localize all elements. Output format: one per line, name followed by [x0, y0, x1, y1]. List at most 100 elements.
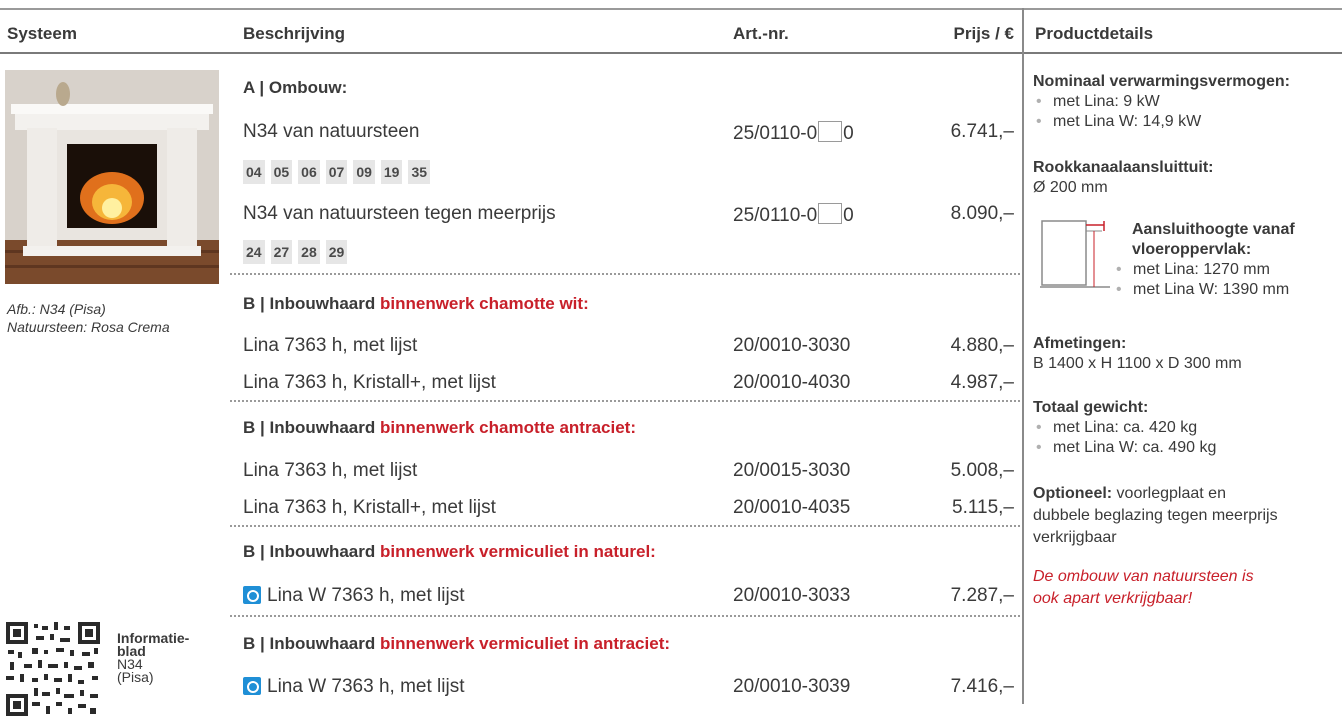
- stone-code-chip[interactable]: 04: [243, 160, 265, 184]
- connection-height-title-1: Aansluithoogte vanaf: [1132, 221, 1295, 238]
- flue-value: Ø 200 mm: [1033, 179, 1108, 196]
- section-b4-prefix: B | Inbouwhaard: [243, 634, 380, 653]
- stone-code-chip[interactable]: 28: [298, 240, 320, 264]
- b3-row-1-desc-text: Lina W 7363 h, met lijst: [267, 585, 465, 606]
- weight-item: met Lina: ca. 420 kg: [1033, 418, 1216, 438]
- section-b2-title: B | Inbouwhaard binnenwerk chamotte antr…: [243, 418, 636, 438]
- b4-row-1-desc: Lina W 7363 h, met lijst: [243, 676, 464, 698]
- variant-code-box: [818, 203, 843, 224]
- connection-height-diagram-icon: [1040, 217, 1114, 289]
- stone-codes-1: 04 05 06 07 09 19 35: [243, 160, 431, 184]
- stone-code-chip[interactable]: 19: [380, 160, 403, 184]
- section-b1-prefix: B | Inbouwhaard: [243, 294, 380, 313]
- dimensions-title: Afmetingen:: [1033, 335, 1127, 352]
- a-row-2-art: 25/0110-0 0: [733, 203, 854, 227]
- b1-row-2-desc: Lina 7363 h, Kristall+, met lijst: [243, 372, 496, 393]
- detail-flue: Rookkanaalaansluittuit: Ø 200 mm: [1033, 158, 1213, 198]
- a-row-2-art-suffix: 0: [843, 205, 854, 226]
- b2-row-1-desc: Lina 7363 h, met lijst: [243, 460, 418, 481]
- a-row-2-price: 8.090,–: [950, 203, 1014, 224]
- connection-height-item: met Lina: 1270 mm: [1113, 260, 1289, 280]
- note-line-2: ook apart verkrijgbaar!: [1033, 590, 1193, 607]
- optional-text-2: dubbele beglazing tegen meerprijs: [1033, 507, 1278, 524]
- section-b2-prefix: B | Inbouwhaard: [243, 418, 380, 437]
- header-rule-right: [1024, 52, 1342, 54]
- nominal-power-item: met Lina: 9 kW: [1033, 92, 1290, 112]
- optional-text-3: verkrijgbaar: [1033, 529, 1117, 546]
- detail-weight: Totaal gewicht: met Lina: ca. 420 kg met…: [1033, 398, 1216, 458]
- optional-label: Optioneel:: [1033, 485, 1113, 502]
- a-row-1-desc: N34 van natuursteen: [243, 121, 420, 142]
- b2-row-1-price: 5.008,–: [950, 460, 1014, 481]
- b4-row-1-price: 7.416,–: [950, 676, 1014, 697]
- b1-row-2-art: 20/0010-4030: [733, 372, 851, 393]
- b1-row-1-price: 4.880,–: [950, 335, 1014, 356]
- stone-code-chip[interactable]: 35: [408, 160, 431, 184]
- detail-nominal-power: Nominaal verwarmingsvermogen: met Lina: …: [1033, 72, 1290, 132]
- stone-code-chip[interactable]: 07: [325, 160, 348, 184]
- header-prijs: Prijs / €: [953, 24, 1014, 43]
- header-rule-left: [0, 52, 1022, 54]
- section-b3-highlight: binnenwerk vermiculiet in naturel:: [379, 542, 656, 561]
- a-row-2-art-prefix: 25/0110-0: [733, 205, 818, 226]
- detail-optional: Optioneel: voorlegplaat en dubbele begla…: [1033, 483, 1278, 549]
- stone-code-chip[interactable]: 24: [243, 240, 265, 264]
- section-b4-highlight: binnenwerk vermiculiet in antraciet:: [379, 634, 671, 653]
- stone-codes-2: 24 27 28 29: [243, 240, 348, 264]
- variant-code-box: [818, 121, 843, 142]
- caption-line-2: Natuursteen: Rosa Crema: [7, 319, 170, 335]
- nominal-power-item: met Lina W: 14,9 kW: [1033, 112, 1290, 132]
- a-row-1-art-suffix: 0: [843, 123, 854, 144]
- b3-row-1-art: 20/0010-3033: [733, 585, 851, 606]
- note-line-1: De ombouw van natuursteen is: [1033, 568, 1254, 585]
- dimensions-value: B 1400 x H 1100 x D 300 mm: [1033, 355, 1242, 372]
- water-heating-icon: [243, 586, 261, 604]
- stone-code-chip[interactable]: 06: [298, 160, 320, 184]
- section-b4-title: B | Inbouwhaard binnenwerk vermiculiet i…: [243, 634, 670, 654]
- section-b2-highlight: binnenwerk chamotte antraciet:: [379, 418, 636, 437]
- a-row-1-art: 25/0110-0 0: [733, 121, 854, 145]
- flue-title: Rookkanaalaansluittuit:: [1033, 159, 1214, 176]
- stone-code-chip[interactable]: 29: [325, 240, 348, 264]
- water-heating-icon: [243, 677, 261, 695]
- info-sheet-label: Informatie- blad N34 (Pisa): [117, 631, 189, 685]
- fireplace-image: [5, 70, 219, 284]
- stone-code-chip[interactable]: 09: [353, 160, 375, 184]
- nominal-power-title: Nominaal verwarmingsvermogen:: [1033, 73, 1290, 90]
- column-divider: [1022, 8, 1024, 704]
- a-row-2-desc: N34 van natuursteen tegen meerprijs: [243, 203, 556, 224]
- connection-height-title-2: vloeroppervlak:: [1132, 241, 1252, 258]
- detail-connection-height: Aansluithoogte vanaf vloeroppervlak:: [1132, 220, 1295, 260]
- qr-code-icon[interactable]: [6, 622, 100, 716]
- detail-note: De ombouw van natuursteen is ook apart v…: [1033, 566, 1254, 610]
- b2-row-1-art: 20/0015-3030: [733, 460, 851, 481]
- stone-code-chip[interactable]: 05: [270, 160, 293, 184]
- info-sub-2: (Pisa): [117, 669, 154, 685]
- detail-dimensions: Afmetingen: B 1400 x H 1100 x D 300 mm: [1033, 334, 1242, 374]
- weight-item: met Lina W: ca. 490 kg: [1033, 438, 1216, 458]
- b2-row-2-desc: Lina 7363 h, Kristall+, met lijst: [243, 497, 496, 518]
- top-rule: [0, 8, 1342, 10]
- b1-row-1-art: 20/0010-3030: [733, 335, 851, 356]
- section-divider: [230, 273, 1020, 275]
- b1-row-1-desc: Lina 7363 h, met lijst: [243, 335, 418, 356]
- b4-row-1-art: 20/0010-3039: [733, 676, 851, 697]
- section-b3-title: B | Inbouwhaard binnenwerk vermiculiet i…: [243, 542, 656, 562]
- section-b1-highlight: binnenwerk chamotte wit:: [379, 294, 589, 313]
- section-b1-title: B | Inbouwhaard binnenwerk chamotte wit:: [243, 294, 589, 314]
- section-divider: [230, 400, 1020, 402]
- a-row-1-art-prefix: 25/0110-0: [733, 123, 818, 144]
- section-b3-prefix: B | Inbouwhaard: [243, 542, 380, 561]
- header-beschrijving: Beschrijving: [243, 24, 346, 43]
- b3-row-1-desc: Lina W 7363 h, met lijst: [243, 585, 464, 607]
- b2-row-2-price: 5.115,–: [952, 497, 1014, 518]
- image-caption: Afb.: N34 (Pisa) Natuursteen: Rosa Crema: [7, 300, 170, 336]
- header-systeem: Systeem: [7, 24, 77, 43]
- b3-row-1-price: 7.287,–: [950, 585, 1014, 606]
- stone-code-chip[interactable]: 27: [270, 240, 293, 264]
- b2-row-2-art: 20/0010-4035: [733, 497, 851, 518]
- a-row-1-price: 6.741,–: [950, 121, 1014, 142]
- connection-height-item: met Lina W: 1390 mm: [1113, 280, 1289, 300]
- header-productdetails: Productdetails: [1035, 24, 1154, 43]
- section-divider: [230, 525, 1020, 527]
